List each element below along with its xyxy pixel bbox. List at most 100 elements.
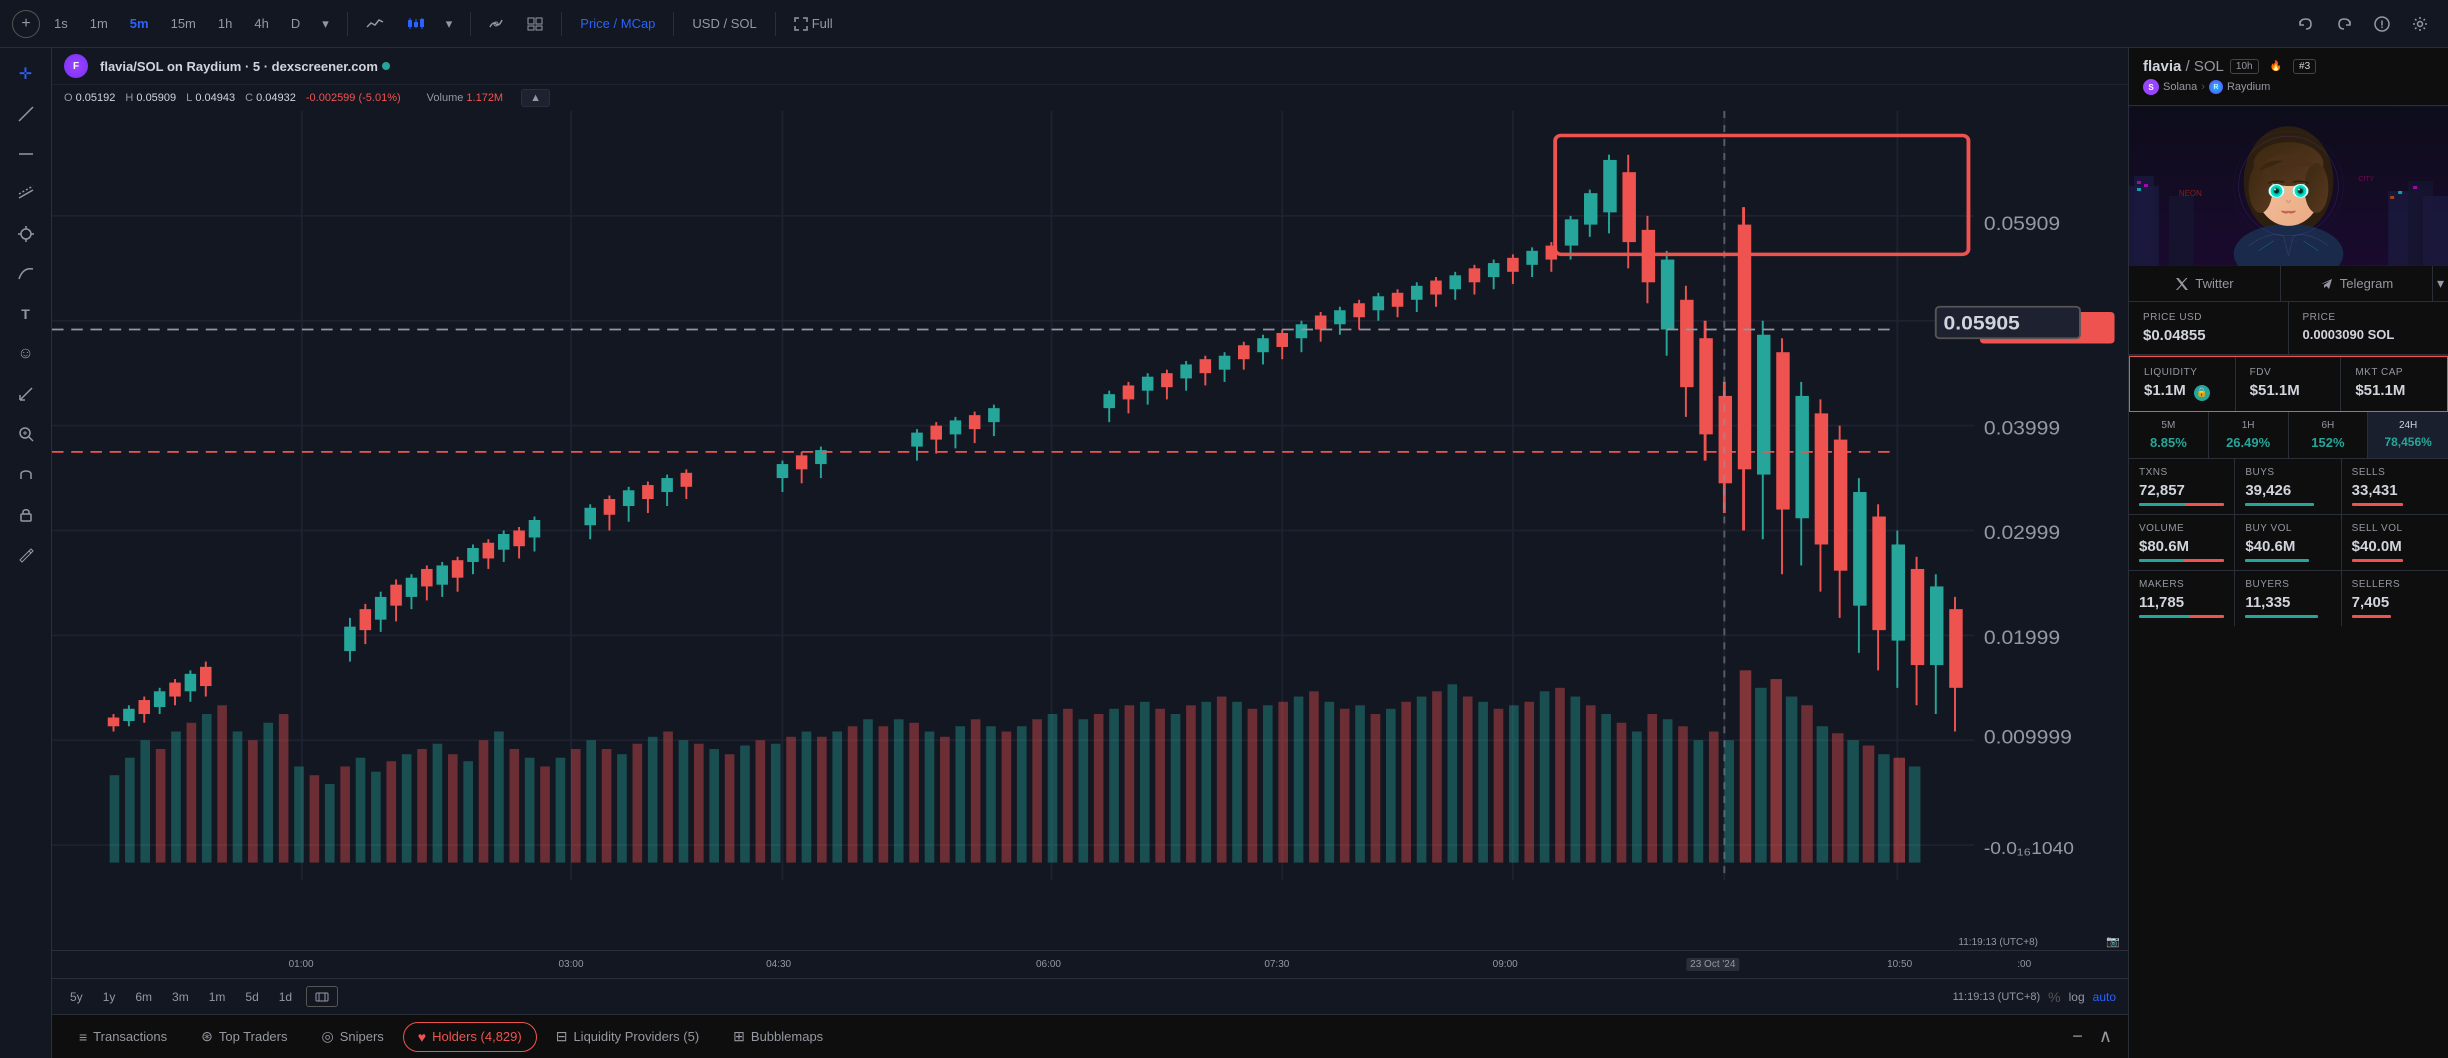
telegram-button[interactable]: Telegram [2281, 266, 2433, 301]
breadcrumb-dex: Raydium [2227, 81, 2270, 93]
main-layout: ✛ T ☺ [0, 48, 2448, 1058]
collapse-ohlc-button[interactable]: ▲ [521, 89, 550, 107]
lock-tool[interactable] [8, 496, 44, 532]
change-5m-value: 8.85% [2139, 435, 2198, 450]
tab-top-traders[interactable]: ⊛ Top Traders [186, 1021, 302, 1052]
chart-container: F flavia/SOL on Raydium · 5 · dexscreene… [52, 48, 2128, 1058]
magnet-tool[interactable] [8, 456, 44, 492]
tab-expand-button[interactable]: ∧ [2095, 1026, 2116, 1047]
liquidity-value-text: $1.1M [2144, 382, 2186, 399]
twitter-button[interactable]: Twitter [2129, 266, 2281, 301]
liquidity-label: LIQUIDITY [2144, 367, 2221, 378]
chart-header: F flavia/SOL on Raydium · 5 · dexscreene… [52, 48, 2128, 85]
price-sol-cell: PRICE 0.0003090 SOL [2289, 302, 2448, 355]
time-0730: 07:30 [1264, 959, 1289, 970]
fullscreen-button[interactable]: Full [786, 12, 841, 35]
chart-type-candlestick[interactable] [398, 13, 432, 35]
volume-value: 1.172M [466, 92, 503, 104]
timeframe-1s[interactable]: 1s [46, 12, 76, 35]
fdv-value: $51.1M [2250, 382, 2327, 399]
buyers-value: 11,335 [2245, 594, 2330, 611]
fib-tool[interactable] [8, 256, 44, 292]
tab-minus-button[interactable]: − [2068, 1026, 2087, 1047]
undo-button[interactable] [2290, 13, 2322, 35]
auto-label[interactable]: auto [2093, 990, 2116, 1004]
social-links: Twitter Telegram ▾ [2129, 266, 2448, 302]
alert-button[interactable] [2366, 12, 2398, 36]
tab-snipers[interactable]: ◎ Snipers [307, 1021, 399, 1052]
text-tool[interactable]: T [8, 296, 44, 332]
tab-holders-label: Holders (4,829) [432, 1029, 522, 1044]
sell-vol-value: $40.0M [2352, 538, 2438, 555]
price-mcap-toggle[interactable]: Price / MCap [572, 12, 663, 35]
usd-sol-label: USD / SOL [692, 16, 756, 31]
log-label[interactable]: log [2069, 990, 2085, 1004]
period-5y[interactable]: 5y [64, 988, 89, 1006]
period-5d[interactable]: 5d [239, 988, 264, 1006]
add-indicator-button[interactable]: + [12, 10, 40, 38]
price-sol-value: 0.0003090 SOL [2303, 327, 2435, 342]
timeframe-4h[interactable]: 4h [246, 12, 276, 35]
social-collapse-button[interactable]: ▾ [2433, 266, 2448, 301]
timeframe-D[interactable]: D [283, 12, 308, 35]
tab-liquidity-label: Liquidity Providers (5) [573, 1029, 699, 1044]
redo-button[interactable] [2328, 13, 2360, 35]
change-1h-value: 26.49% [2219, 435, 2278, 450]
chart-type-dropdown[interactable]: ▾ [438, 12, 461, 36]
period-1d[interactable]: 1d [273, 988, 298, 1006]
zoom-tool[interactable] [8, 416, 44, 452]
cursor-tool[interactable]: ✛ [8, 56, 44, 92]
time-06: 06:00 [1036, 959, 1061, 970]
change-5m: 5M 8.85% [2129, 412, 2209, 458]
tab-snipers-label: Snipers [340, 1029, 384, 1044]
channel-tool[interactable] [8, 176, 44, 212]
camera-icon[interactable]: 📷 [2106, 935, 2120, 948]
chart-type-line[interactable] [358, 13, 392, 35]
horizontal-line-tool[interactable] [8, 136, 44, 172]
timeframe-1m[interactable]: 1m [82, 12, 116, 35]
txns-value: 72,857 [2139, 482, 2224, 499]
fdv-cell: FDV $51.1M [2236, 357, 2342, 411]
pitchfork-tool[interactable] [8, 216, 44, 252]
time-1050: 10:50 [1887, 959, 1912, 970]
tab-bubblemaps[interactable]: ⊞ Bubblemaps [718, 1021, 838, 1052]
snipers-icon: ◎ [322, 1028, 334, 1045]
transactions-icon: ≡ [79, 1029, 87, 1045]
change-1h: 1H 26.49% [2209, 412, 2289, 458]
txns-label: TXNS [2139, 467, 2224, 478]
traders-icon: ⊛ [201, 1028, 213, 1045]
timeframe-1h[interactable]: 1h [210, 12, 240, 35]
tab-holders[interactable]: ♥ Holders (4,829) [403, 1022, 537, 1052]
breadcrumb-separator: › [2201, 81, 2205, 93]
period-3m[interactable]: 3m [166, 988, 195, 1006]
measure-tool[interactable] [8, 376, 44, 412]
buyers-label: BUYERS [2245, 579, 2330, 590]
settings-button[interactable] [2404, 12, 2436, 36]
bottom-right-controls: 11:19:13 (UTC+8) % log auto [1953, 989, 2116, 1005]
layout-button[interactable] [519, 13, 551, 35]
indicators-button[interactable] [481, 13, 513, 35]
period-1m[interactable]: 1m [203, 988, 232, 1006]
period-6m[interactable]: 6m [129, 988, 158, 1006]
change-5m-label: 5M [2139, 420, 2198, 431]
svg-text:CITY: CITY [2358, 176, 2374, 183]
usd-sol-toggle[interactable]: USD / SOL [684, 12, 764, 35]
reset-view-button[interactable] [306, 986, 338, 1007]
tab-liquidity[interactable]: ⊟ Liquidity Providers (5) [541, 1021, 714, 1052]
separator-1 [347, 12, 348, 36]
pencil-tool[interactable] [8, 536, 44, 572]
period-1y[interactable]: 1y [97, 988, 122, 1006]
timeframe-dropdown[interactable]: ▾ [314, 12, 337, 36]
chart-canvas[interactable]: 0.05909 0.04999 0.03999 0.02999 0.01999 … [52, 111, 2128, 950]
timeframe-5m[interactable]: 5m [122, 12, 157, 35]
buyers-cell: BUYERS 11,335 [2235, 571, 2341, 626]
liquidity-cell: LIQUIDITY $1.1M 🔒 [2130, 357, 2236, 411]
emoji-tool[interactable]: ☺ [8, 336, 44, 372]
lock-icon: 🔒 [2194, 385, 2210, 401]
sellers-value: 7,405 [2352, 594, 2438, 611]
tab-transactions[interactable]: ≡ Transactions [64, 1022, 182, 1052]
buys-cell: BUYS 39,426 [2235, 459, 2341, 514]
line-tool[interactable] [8, 96, 44, 132]
volume-bar [2139, 559, 2224, 562]
timeframe-15m[interactable]: 15m [163, 12, 204, 35]
